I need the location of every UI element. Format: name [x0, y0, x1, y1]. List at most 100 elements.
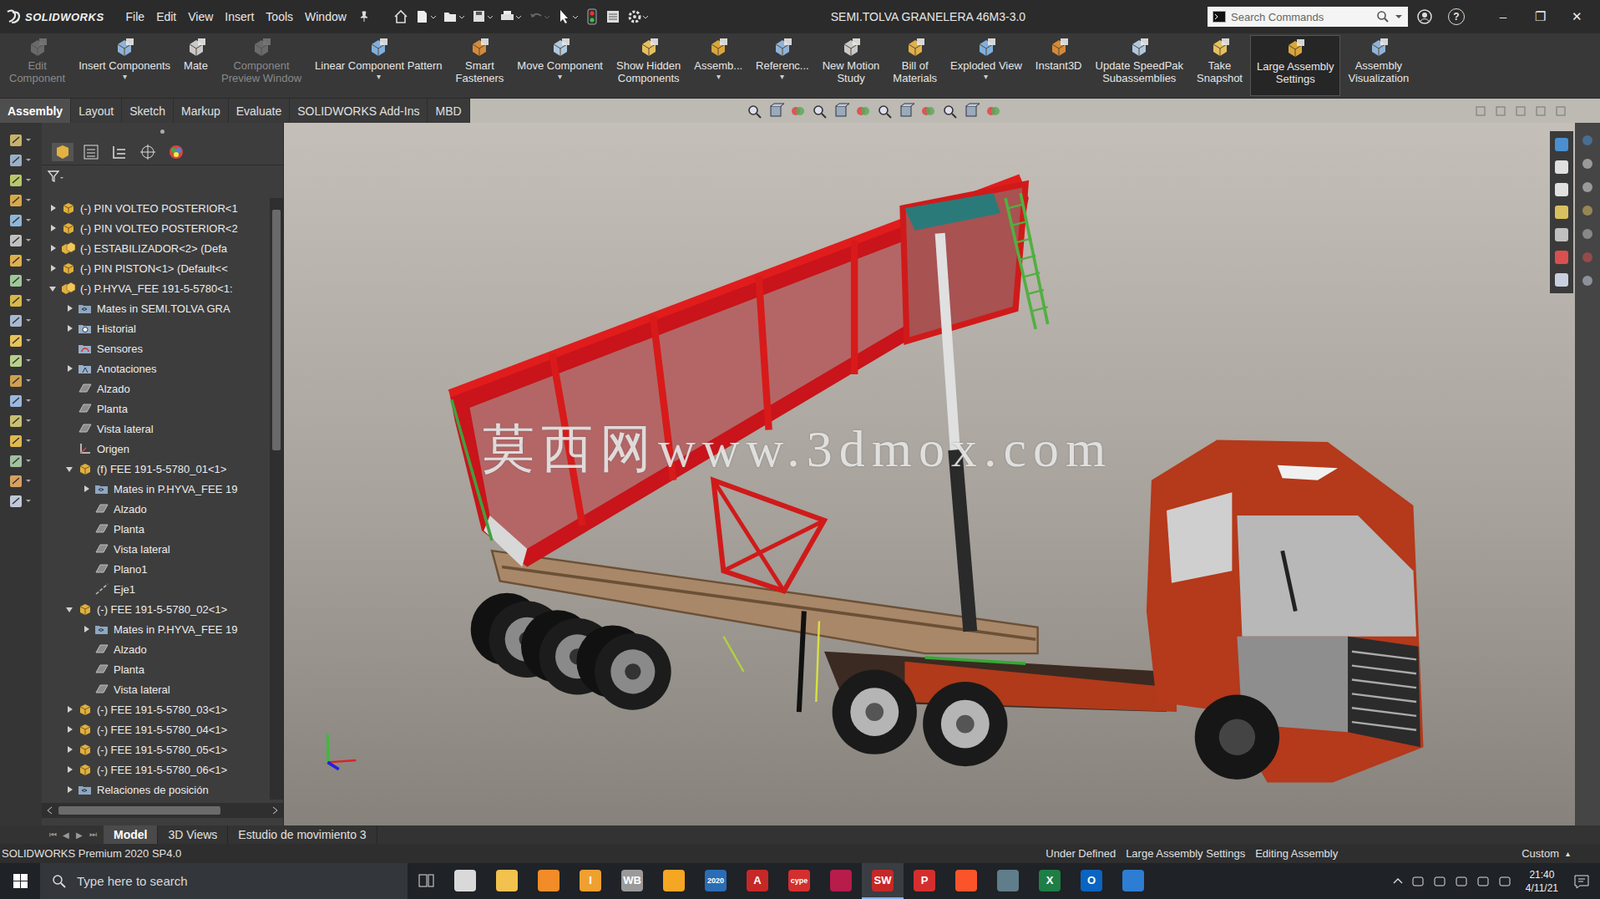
expand-toggle-icon[interactable] — [65, 323, 76, 334]
document-window-icon[interactable] — [1474, 105, 1487, 117]
help-button[interactable]: ? — [1448, 8, 1465, 26]
tab[interactable]: SOLIDWORKS Add-Ins — [289, 98, 428, 123]
expand-toggle-icon[interactable] — [81, 483, 92, 494]
model-tab[interactable]: Model — [103, 825, 158, 844]
sketch-tool-icon[interactable] — [8, 393, 34, 409]
magnifier-icon[interactable] — [1376, 10, 1390, 24]
ribbon-button[interactable]: Assemb... ▾ — [688, 35, 749, 97]
view-tool-icon[interactable] — [767, 102, 786, 120]
side-tool-icon[interactable] — [1579, 249, 1595, 265]
ribbon-button[interactable]: New MotionStudy — [816, 35, 887, 97]
display-manager-tab-icon[interactable] — [165, 142, 188, 162]
pin-icon[interactable] — [358, 10, 370, 23]
tree-item[interactable]: Planta — [41, 658, 270, 679]
tree-item[interactable]: Anotaciones — [41, 358, 270, 379]
taskbar-app[interactable] — [987, 862, 1029, 899]
tree-item[interactable]: Alzado — [41, 378, 270, 399]
tree-item[interactable]: (-) FEE 191-5-5780_06<1> — [41, 759, 270, 780]
tree-item[interactable]: Origen — [41, 438, 270, 459]
horizontal-scrollbar[interactable] — [41, 802, 284, 818]
expand-toggle-icon[interactable] — [65, 784, 76, 795]
tree-item[interactable]: (-) PIN VOLTEO POSTERIOR<2 — [41, 217, 270, 238]
ribbon-button[interactable]: Large AssemblySettings — [1250, 35, 1342, 97]
expand-toggle-icon[interactable] — [48, 202, 59, 213]
view-tool-icon[interactable] — [832, 102, 851, 120]
expand-toggle-icon[interactable] — [65, 764, 76, 775]
tree-item[interactable]: Historial — [41, 318, 270, 339]
view-tool-icon[interactable] — [941, 102, 960, 120]
taskbar-app[interactable]: X — [1028, 862, 1071, 899]
taskbar-app[interactable]: WB — [611, 862, 654, 899]
model-tab[interactable]: 3D Views — [157, 825, 228, 844]
expand-toggle-icon[interactable] — [48, 283, 59, 294]
tree-item[interactable]: (-) ESTABILIZADOR<2> (Defa — [41, 237, 270, 259]
sketch-tool-icon[interactable] — [8, 453, 34, 469]
ribbon-button[interactable]: Move Component ▾ — [511, 35, 609, 97]
sketch-tool-icon[interactable] — [8, 473, 34, 489]
sketch-tool-icon[interactable] — [8, 132, 34, 148]
new-document-icon[interactable] — [415, 9, 437, 25]
sketch-tool-icon[interactable] — [8, 192, 34, 208]
units-selector[interactable]: Custom▴ — [1521, 846, 1570, 860]
taskbar-app[interactable] — [444, 862, 487, 899]
home-icon[interactable] — [393, 9, 409, 25]
tree-item[interactable]: (-) P.HYVA_FEE 191-5-5780<1: — [41, 278, 270, 299]
ribbon-button[interactable]: ComponentPreview Window — [215, 35, 308, 97]
dropdown-arrow[interactable]: ▾ — [716, 71, 721, 82]
expand-toggle-icon[interactable] — [65, 724, 76, 735]
side-tool-icon[interactable] — [1579, 202, 1595, 218]
scroll-right-icon[interactable] — [269, 805, 280, 816]
tray-icon[interactable] — [1410, 874, 1426, 888]
taskbar-app[interactable]: P — [903, 862, 946, 899]
sketch-tool-icon[interactable] — [8, 433, 34, 449]
expand-toggle-icon[interactable] — [65, 463, 76, 474]
task-pane-icon[interactable] — [1552, 135, 1571, 154]
tree-item[interactable]: Vista lateral — [41, 538, 270, 559]
tray-icon[interactable] — [1497, 874, 1513, 888]
ribbon-button[interactable]: Insert Components ▾ — [72, 35, 177, 97]
window-control-button[interactable]: ❐ — [1521, 9, 1559, 25]
open-folder-icon[interactable] — [443, 9, 466, 25]
taskbar-app[interactable] — [820, 862, 862, 899]
show-hidden-icons-icon[interactable] — [1392, 875, 1404, 887]
tab-scroll-button[interactable]: ▶ — [73, 830, 86, 840]
tree-item[interactable]: Vista lateral — [41, 418, 270, 439]
configuration-tab-icon[interactable] — [108, 142, 131, 162]
ribbon-button[interactable]: TakeSnapshot — [1190, 35, 1249, 97]
scroll-thumb[interactable] — [272, 209, 281, 451]
view-tool-icon[interactable] — [745, 102, 765, 120]
view-tool-icon[interactable] — [789, 102, 808, 120]
app-logo[interactable]: SOLIDWORKS — [5, 9, 105, 25]
taskbar-app[interactable]: 2020 — [694, 862, 737, 899]
document-window-icon[interactable] — [1554, 105, 1567, 117]
user-account-icon[interactable] — [1416, 8, 1433, 26]
ribbon-button[interactable]: Mate — [177, 35, 214, 97]
ribbon-button[interactable]: Instant3D — [1029, 35, 1089, 97]
tree-item[interactable]: Plano1 — [41, 558, 270, 579]
graphics-area[interactable]: 莫西网www.3dmox.com — [283, 122, 1575, 826]
tree-item[interactable]: (-) FEE 191-5-5780_04<1> — [41, 718, 270, 740]
scroll-thumb[interactable] — [58, 805, 221, 815]
task-pane-icon[interactable] — [1552, 157, 1571, 177]
ribbon-button[interactable]: Show HiddenComponents — [610, 35, 687, 97]
ribbon-button[interactable]: AssemblyVisualization — [1341, 35, 1415, 97]
tree-item[interactable]: (f) FEE 191-5-5780_01<1> — [41, 458, 270, 479]
window-control-button[interactable]: ✕ — [1558, 9, 1595, 25]
expand-toggle-icon[interactable] — [48, 263, 59, 274]
menu-item[interactable]: Edit — [156, 10, 177, 24]
expand-toggle-icon[interactable] — [65, 303, 76, 314]
tree-item[interactable]: Mates in SEMI.TOLVA GRA — [41, 298, 270, 319]
tray-icon[interactable] — [1475, 874, 1491, 888]
tab-scroll-button[interactable]: ⏭ — [86, 829, 99, 840]
view-tool-icon[interactable] — [897, 102, 917, 120]
tree-item[interactable]: Eje1 — [41, 578, 270, 599]
ribbon-button[interactable]: SmartFasteners — [450, 35, 511, 97]
expand-toggle-icon[interactable] — [48, 222, 59, 233]
view-tool-icon[interactable] — [984, 102, 1003, 120]
dropdown-arrow[interactable]: ▾ — [122, 71, 127, 82]
taskbar-app[interactable]: A — [736, 862, 779, 899]
tree-item[interactable]: Mates in P.HYVA_FEE 19 — [41, 478, 270, 499]
expand-toggle-icon[interactable] — [65, 363, 76, 374]
tree-item[interactable]: Planta — [41, 518, 270, 539]
taskbar-app[interactable]: O — [1070, 862, 1113, 899]
